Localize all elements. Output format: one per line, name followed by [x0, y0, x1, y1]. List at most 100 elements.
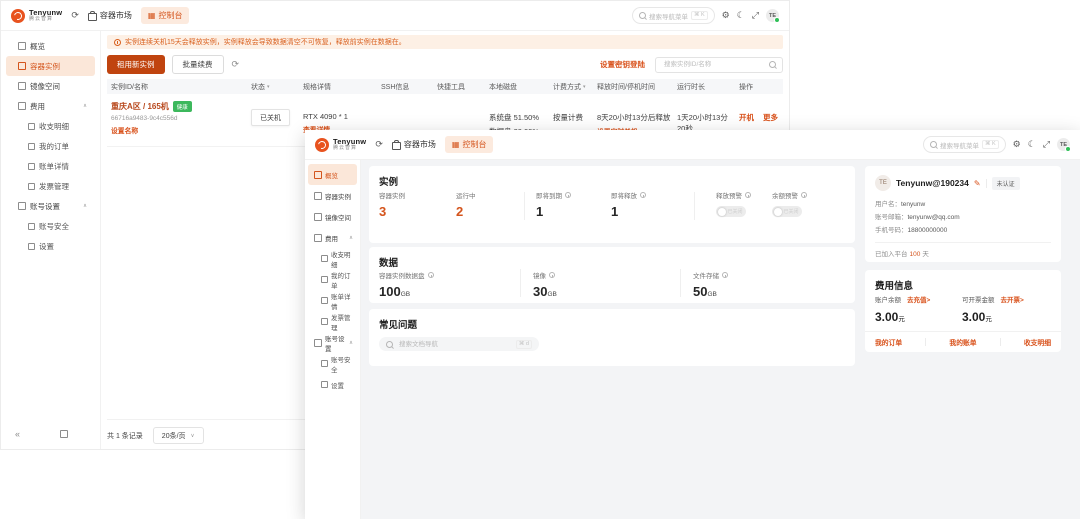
sidebar-item-overview[interactable]: 概览	[6, 36, 95, 56]
edit-icon[interactable]: ✎	[974, 179, 981, 188]
global-search[interactable]: 搜索导航菜单 ⌘ K	[923, 136, 1006, 153]
divider	[520, 269, 521, 297]
sidebar-item-billing[interactable]: 费用∧	[308, 227, 357, 248]
moon-icon[interactable]: ☾	[1028, 140, 1036, 149]
select-caret-icon: ∨	[191, 433, 195, 439]
caret-down-icon: ▾	[583, 84, 586, 90]
bill-icon	[321, 297, 328, 304]
more-actions-link[interactable]: 更多	[763, 112, 778, 123]
cell-instance-name: 重庆A区 / 165机健康 66716a9483-9c4c556d 设置名称	[107, 101, 247, 137]
brand-slogan: 腾云智算	[333, 146, 366, 151]
refresh-icon[interactable]: ⟳	[232, 60, 240, 69]
sidebar-item-label: 账单详情	[331, 291, 353, 311]
image-space-icon	[18, 82, 26, 90]
doc-search[interactable]: ⌘ d	[379, 337, 539, 351]
invoice-link[interactable]: 去开票>	[1001, 294, 1024, 304]
sidebar-item-security[interactable]: 账号安全	[6, 216, 95, 236]
balance-alert-toggle[interactable]: 已关闭	[772, 206, 802, 217]
sidebar: 概览 容器实例 镜像空间 费用∧ 收支明细 我的订单 账单详情 发票管理 账号设…	[1, 31, 101, 449]
sidebar-item-orders[interactable]: 我的订单	[6, 136, 95, 156]
stat-running: 运行中 2	[456, 190, 476, 219]
unverified-badge: 未认证	[992, 177, 1020, 190]
refresh-icon[interactable]: ⟳	[375, 140, 383, 149]
release-warning-text: 实例连续关机15天会释放实例，实例释放会导致数据清空不可恢复，释放前实例在数据在…	[125, 37, 406, 47]
sidebar-item-transactions[interactable]: 收支明细	[6, 116, 95, 136]
release-warning-banner: 实例连续关机15天会释放实例，实例释放会导致数据清空不可恢复，释放前实例在数据在…	[107, 35, 783, 49]
set-name-link[interactable]: 设置名称	[111, 125, 138, 135]
grid-icon: ▦	[148, 12, 156, 20]
sidebar-item-settings[interactable]: 设置	[308, 374, 357, 395]
nav-console-tab[interactable]: ▦ 控制台	[141, 7, 190, 24]
sidebar-item-label: 收支明细	[331, 249, 353, 269]
avatar[interactable]: TE	[766, 9, 779, 22]
instance-search[interactable]	[655, 57, 783, 73]
recharge-link[interactable]: 去充值>	[907, 294, 930, 304]
sidebar-item-orders[interactable]: 我的订单	[308, 269, 357, 290]
sidebar-item-images[interactable]: 镜像空间	[308, 206, 357, 227]
instance-name[interactable]: 重庆A区 / 165机	[111, 101, 169, 112]
sidebar-item-settings[interactable]: 设置	[6, 236, 95, 256]
sidebar-item-overview[interactable]: 概览	[308, 164, 357, 185]
bill-icon	[28, 163, 35, 170]
nav-console-tab[interactable]: ▦ 控制台	[445, 136, 494, 153]
nav-container-market[interactable]: 容器市场	[88, 10, 132, 21]
global-search[interactable]: 搜索导航菜单 ⌘ K	[632, 7, 715, 24]
sidebar-item-label: 概览	[325, 170, 338, 180]
moon-icon[interactable]: ☾	[737, 11, 745, 20]
doc-search-input[interactable]	[397, 340, 512, 349]
sidebar-item-label: 容器实例	[325, 191, 351, 201]
transactions-link[interactable]: 收支明细	[1024, 337, 1051, 347]
stat-container-instances: 容器实例 3	[379, 190, 405, 219]
stat-value: 1	[536, 204, 571, 219]
expand-icon[interactable]: ⤢	[752, 11, 759, 20]
sidebar-item-security[interactable]: 账号安全	[308, 353, 357, 374]
page-size-select[interactable]: 20条/页 ∨	[153, 427, 204, 444]
release-alert-toggle[interactable]: 已关闭	[716, 206, 746, 217]
nav-container-market[interactable]: 容器市场	[392, 139, 436, 150]
sidebar-item-invoices[interactable]: 发票管理	[6, 176, 95, 196]
sidebar-item-bill-details[interactable]: 账单详情	[6, 156, 95, 176]
sidebar-item-instances[interactable]: 容器实例	[308, 185, 357, 206]
sidebar-item-account[interactable]: 账号设置∧	[6, 196, 95, 216]
sidebar-item-account[interactable]: 账号设置∧	[308, 332, 357, 353]
sidebar-item-instances[interactable]: 容器实例	[6, 56, 95, 76]
divider	[680, 269, 681, 297]
settings-icon	[321, 381, 328, 388]
collapse-sidebar-icon[interactable]: «	[15, 429, 20, 439]
stat-value: 30GB	[533, 284, 557, 299]
avatar[interactable]: TE	[1057, 138, 1070, 151]
invoice-value: 3.00元	[962, 310, 1024, 324]
col-header-filterable[interactable]: 状态▾	[247, 82, 299, 92]
brand-logo[interactable]: Tenyunw 腾云智算	[11, 9, 62, 23]
instance-search-input[interactable]	[662, 60, 769, 69]
power-on-link[interactable]: 开机	[739, 112, 754, 123]
toggle-state: 已关闭	[784, 208, 799, 215]
account-name: Tenyunw@190234	[896, 178, 969, 188]
gear-icon[interactable]: ⚙	[1013, 140, 1021, 149]
sidebar-item-transactions[interactable]: 收支明细	[308, 248, 357, 269]
sidebar-item-label: 镜像空间	[325, 212, 351, 222]
sidebar-item-label: 发票管理	[39, 181, 69, 192]
account-card: TE Tenyunw@190234 ✎ 未认证 用户名：tenyunw 账号邮箱…	[865, 166, 1061, 262]
sidebar-item-invoices[interactable]: 发票管理	[308, 311, 357, 332]
sidebar-item-images[interactable]: 镜像空间	[6, 76, 95, 96]
billing-icon	[314, 234, 322, 242]
key-login-link[interactable]: 设置密钥登陆	[600, 59, 645, 70]
joined-days: 已加入平台100天	[875, 248, 1051, 258]
batch-renew-button[interactable]: 批量续费	[172, 55, 224, 74]
refresh-icon[interactable]: ⟳	[71, 11, 79, 20]
rent-instance-button[interactable]: 租用新实例	[107, 55, 165, 74]
brand-logo[interactable]: Tenyunw 腾云智算	[315, 138, 366, 152]
my-orders-link[interactable]: 我的订单	[875, 337, 902, 347]
shopping-bag-icon	[392, 142, 401, 150]
col-header-filterable[interactable]: 计费方式▾	[549, 82, 593, 92]
widget-icon[interactable]	[60, 430, 68, 438]
my-bills-link[interactable]: 我的账单	[949, 337, 976, 347]
billing-icon	[18, 102, 26, 110]
faq-card: 常见问题 ⌘ d	[369, 309, 855, 366]
gear-icon[interactable]: ⚙	[722, 11, 730, 20]
sidebar-item-billing[interactable]: 费用∧	[6, 96, 95, 116]
expand-icon[interactable]: ⤢	[1043, 140, 1050, 149]
sidebar-item-bill-details[interactable]: 账单详情	[308, 290, 357, 311]
chevron-up-icon: ∧	[349, 235, 353, 241]
